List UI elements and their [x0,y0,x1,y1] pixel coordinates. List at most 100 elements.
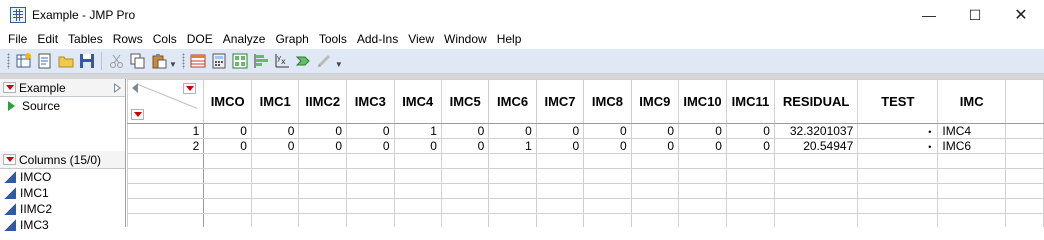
cell-test[interactable]: • [857,138,939,154]
menu-tables[interactable]: Tables [63,30,108,49]
data-table-icon[interactable] [190,53,207,70]
cell-residual[interactable]: 32.3201037 [773,123,859,139]
run-script-icon[interactable] [8,100,15,111]
row-number[interactable]: 1 [127,123,205,139]
copy-icon[interactable] [129,53,146,70]
column-header-imc7[interactable]: IMC7 [535,79,585,124]
column-header-imc[interactable]: IMC [937,79,1007,124]
columns-red-triangle-icon[interactable] [3,154,16,165]
column-header-imc1[interactable]: IMC1 [250,79,300,124]
cell[interactable]: 0 [678,123,727,139]
column-header-imc8[interactable]: IMC8 [583,79,632,124]
column-header-imc6[interactable]: IMC6 [488,79,537,124]
empty-row[interactable] [127,153,1044,169]
empty-row[interactable] [127,213,1044,227]
fit-model-icon[interactable] [295,53,312,70]
cell[interactable]: 0 [346,123,395,139]
empty-cell[interactable] [1005,123,1044,139]
empty-row[interactable] [127,168,1044,184]
cell[interactable]: 1 [393,123,442,139]
calculator-icon[interactable] [211,53,228,70]
menu-rows[interactable]: Rows [108,30,148,49]
column-header-imc5[interactable]: IMC5 [440,79,490,124]
cell[interactable]: 0 [488,123,537,139]
cell[interactable]: 1 [488,138,537,154]
cell-residual[interactable]: 20.54947 [773,138,859,154]
empty-cell[interactable] [1005,138,1044,154]
menu-graph[interactable]: Graph [270,30,313,49]
collapse-panel-icon[interactable] [114,83,121,93]
cell-imc[interactable]: IMC6 [937,138,1007,154]
cell[interactable]: 0 [583,138,632,154]
table-row[interactable]: 1 0 0 0 0 1 0 0 0 0 0 0 0 32.3201037 • I… [127,123,1044,139]
empty-row[interactable] [127,198,1044,214]
rows-red-triangle-icon[interactable] [131,109,144,120]
column-header-test[interactable]: TEST [857,79,939,124]
menu-cols[interactable]: Cols [148,30,182,49]
cell[interactable]: 0 [725,123,775,139]
grid-corner[interactable] [127,79,205,124]
cell[interactable]: 0 [535,123,585,139]
cell[interactable]: 0 [678,138,727,154]
new-script-icon[interactable] [36,53,53,70]
columns-header[interactable]: Columns (15/0) [0,151,125,169]
menu-tools[interactable]: Tools [314,30,352,49]
table-name-header[interactable]: Example [0,79,125,97]
table-row[interactable]: 2 0 0 0 0 0 0 1 0 0 0 0 0 20.54947 • IMC… [127,138,1044,154]
cell[interactable]: 0 [630,138,680,154]
column-item[interactable]: IMCO [0,169,125,185]
new-data-table-icon[interactable] [15,53,32,70]
cell[interactable]: 0 [250,123,300,139]
cell[interactable]: 0 [346,138,395,154]
empty-column-header[interactable] [1005,79,1044,124]
row-number[interactable] [127,183,205,199]
open-folder-icon[interactable] [57,53,74,70]
save-icon[interactable] [78,53,95,70]
toolbar-grip[interactable] [181,53,185,69]
cut-icon[interactable] [108,53,125,70]
row-number[interactable] [127,153,205,169]
cell[interactable]: 0 [535,138,585,154]
column-item[interactable]: IIMC2 [0,201,125,217]
red-triangle-menu-icon[interactable] [3,82,16,93]
menu-help[interactable]: Help [492,30,527,49]
cell[interactable]: 0 [583,123,632,139]
menu-add-ins[interactable]: Add-Ins [352,30,403,49]
row-number[interactable] [127,213,205,227]
cell[interactable]: 0 [393,138,442,154]
column-header-imc10[interactable]: IMC10 [678,79,727,124]
menu-view[interactable]: View [403,30,439,49]
minimize-button[interactable]: — [906,0,952,30]
column-header-iimc2[interactable]: IIMC2 [298,79,348,124]
toolbar-overflow-caret[interactable]: ▼ [169,60,177,69]
cell[interactable]: 0 [630,123,680,139]
column-header-imc4[interactable]: IMC4 [393,79,442,124]
cell[interactable]: 0 [440,123,490,139]
cell[interactable]: 0 [203,138,252,154]
cell[interactable]: 0 [250,138,300,154]
cell[interactable]: 0 [298,138,348,154]
paste-icon[interactable] [150,53,167,70]
row-number[interactable] [127,198,205,214]
menu-edit[interactable]: Edit [32,30,63,49]
table-script-source[interactable]: Source [0,97,125,114]
menu-analyze[interactable]: Analyze [218,30,271,49]
cell[interactable]: 0 [440,138,490,154]
menu-window[interactable]: Window [439,30,492,49]
column-header-residual[interactable]: RESIDUAL [773,79,859,124]
column-header-imc9[interactable]: IMC9 [630,79,680,124]
row-number[interactable]: 2 [127,138,205,154]
empty-row[interactable] [127,183,1044,199]
column-item[interactable]: IMC3 [0,217,125,233]
fit-y-by-x-icon[interactable]: xy [274,53,291,70]
cell[interactable]: 0 [298,123,348,139]
edit-script-icon[interactable] [316,53,333,70]
column-item[interactable]: IMC1 [0,185,125,201]
column-header-imco[interactable]: IMCO [203,79,252,124]
columns-red-triangle-icon[interactable] [183,83,197,94]
close-button[interactable]: ✕ [998,0,1044,30]
toolbar-grip[interactable] [7,53,10,69]
menu-file[interactable]: File [3,30,32,49]
column-header-imc11[interactable]: IMC11 [725,79,775,124]
maximize-button[interactable]: ☐ [952,0,998,30]
